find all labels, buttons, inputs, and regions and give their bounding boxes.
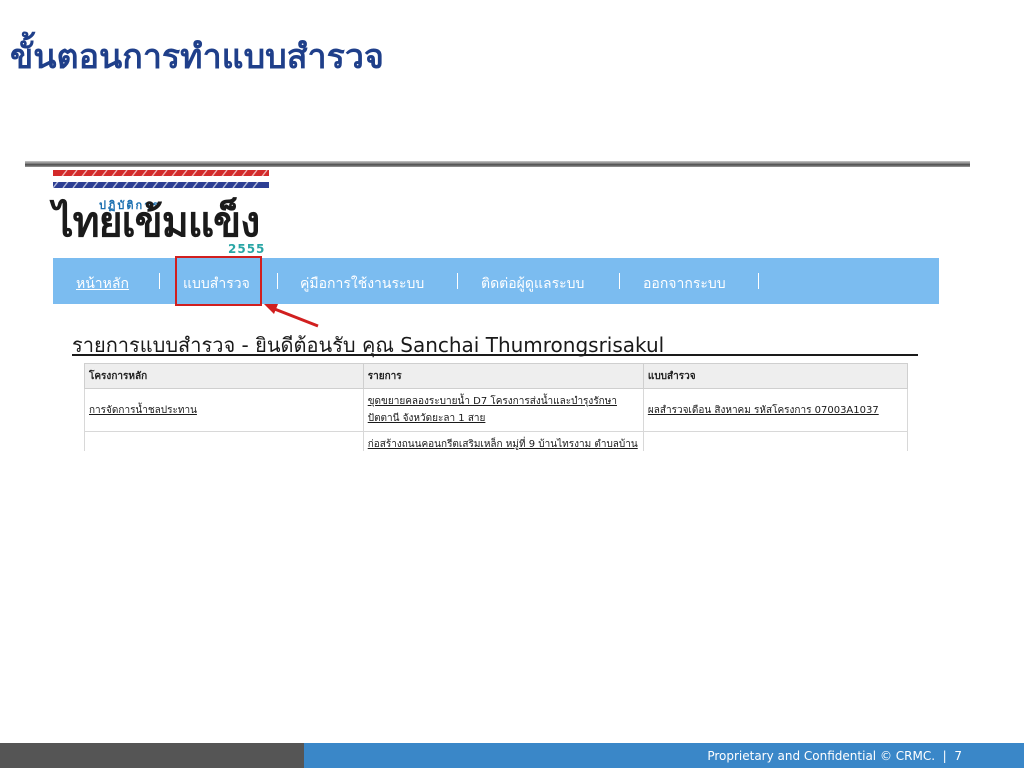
page-number: 7	[954, 749, 962, 763]
rope-flag-graphic	[53, 169, 269, 189]
nav-item-contact-admin[interactable]: ติดต่อผู้ดูแลระบบ	[481, 273, 584, 295]
table-header-row: โครงการหลัก รายการ แบบสำรวจ	[84, 363, 908, 389]
table-cell-item: ขุดขยายคลองระบายน้ำ D7 โครงการส่งน้ำและบ…	[362, 388, 644, 432]
column-header-survey: แบบสำรวจ	[642, 363, 908, 389]
table-cell-project	[84, 431, 364, 451]
header-divider	[25, 161, 970, 167]
heading-underline	[72, 354, 918, 356]
slide-title: ขั้นตอนการทำแบบสำรวจ	[10, 37, 384, 77]
site-logo[interactable]: ปฏิบัติการ ไทยเข้มแข็ง 2555	[53, 168, 273, 256]
red-pointer-arrow-icon	[264, 304, 319, 328]
logo-year: 2555	[228, 242, 266, 256]
footer-copyright: Proprietary and Confidential © CRMC.	[707, 749, 936, 763]
nav-separator	[457, 273, 458, 289]
item-link[interactable]: ขุดขยายคลองระบายน้ำ D7 โครงการส่งน้ำและบ…	[368, 396, 617, 424]
column-header-main-project: โครงการหลัก	[84, 363, 364, 389]
column-header-item: รายการ	[362, 363, 644, 389]
table-cell-survey	[642, 431, 908, 451]
table-cell-item: ก่อสร้างถนนคอนกรีตเสริมเหล็ก หมู่ที่ 9 บ…	[362, 431, 644, 451]
survey-table: โครงการหลัก รายการ แบบสำรวจ การจัดการน้ำ…	[84, 363, 908, 451]
nav-separator	[758, 273, 759, 289]
nav-item-logout[interactable]: ออกจากระบบ	[643, 273, 726, 295]
table-cell-project: การจัดการน้ำชลประทาน	[84, 388, 364, 432]
nav-item-user-manual[interactable]: คู่มือการใช้งานระบบ	[300, 273, 424, 295]
nav-separator	[159, 273, 160, 289]
project-link[interactable]: การจัดการน้ำชลประทาน	[89, 405, 197, 416]
footer-separator: |	[942, 749, 947, 763]
footer-gray-band	[0, 743, 304, 768]
logo-wordmark: ไทยเข้มแข็ง	[53, 198, 260, 246]
nav-separator	[619, 273, 620, 289]
survey-link[interactable]: ผลสำรวจเดือน สิงหาคม รหัสโครงการ 07003A1…	[648, 405, 879, 416]
table-cell-survey: ผลสำรวจเดือน สิงหาคม รหัสโครงการ 07003A1…	[642, 388, 908, 432]
footer-confidential-text: Proprietary and Confidential © CRMC. | 7	[707, 749, 962, 763]
nav-separator	[277, 273, 278, 289]
table-row: การจัดการน้ำชลประทาน ขุดขยายคลองระบายน้ำ…	[84, 388, 908, 432]
survey-list-heading: รายการแบบสำรวจ - ยินดีต้อนรับ คุณ Sancha…	[72, 333, 665, 357]
nav-item-home[interactable]: หน้าหลัก	[76, 273, 129, 295]
survey-menu-highlight	[175, 256, 262, 306]
table-row: ก่อสร้างถนนคอนกรีตเสริมเหล็ก หมู่ที่ 9 บ…	[84, 431, 908, 451]
item-link[interactable]: ก่อสร้างถนนคอนกรีตเสริมเหล็ก หมู่ที่ 9 บ…	[368, 439, 638, 450]
survey-table-viewport: โครงการหลัก รายการ แบบสำรวจ การจัดการน้ำ…	[84, 363, 908, 451]
